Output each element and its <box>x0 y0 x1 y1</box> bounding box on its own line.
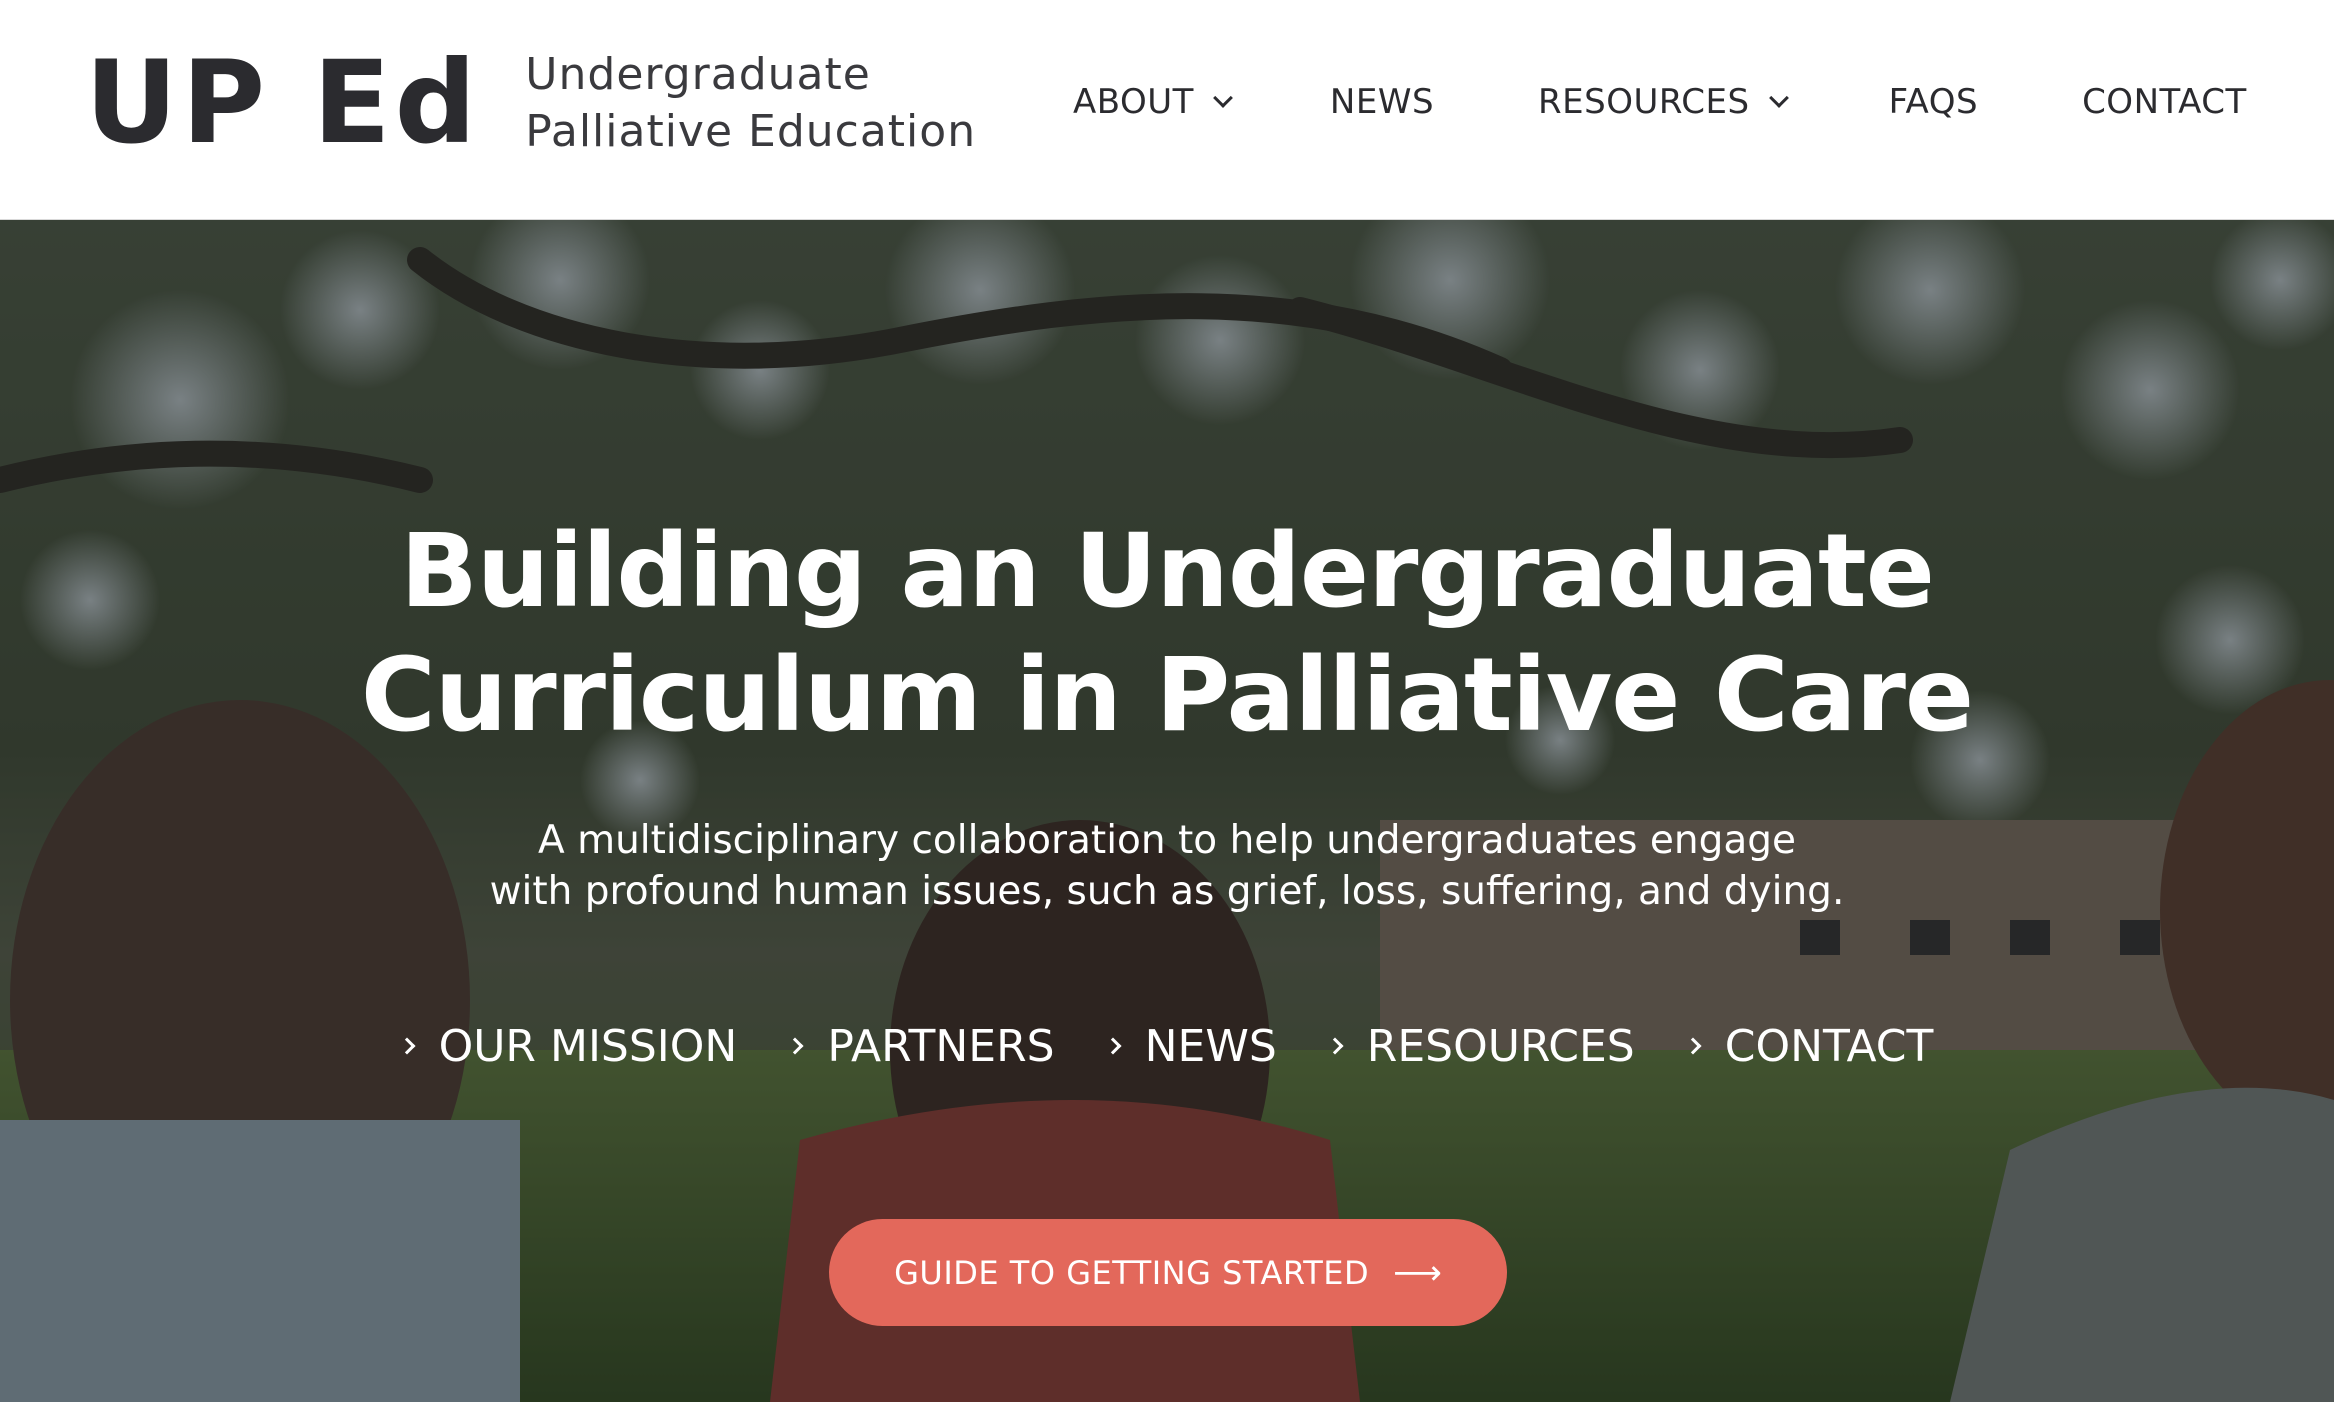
chevron-down-icon <box>1768 88 1789 108</box>
nav-faqs-label: FAQS <box>1888 82 1979 122</box>
getting-started-button[interactable]: GUIDE TO GETTING STARTED ⟶ <box>829 1219 1507 1326</box>
nav-item-faqs[interactable]: FAQS <box>1889 82 1978 122</box>
hero-section: Building an Undergraduate Curriculum in … <box>0 220 2334 1402</box>
site-header: UP Ed Undergraduate Palliative Education… <box>0 0 2334 220</box>
chevron-right-icon <box>786 1037 804 1055</box>
quick-link-news[interactable]: NEWS <box>1104 1020 1277 1072</box>
nav-news-label: NEWS <box>1329 82 1435 122</box>
quick-link-label: OUR MISSION <box>438 1020 738 1072</box>
chevron-down-icon <box>1213 88 1233 108</box>
hero-quick-links: OUR MISSION PARTNERS NEWS RESOURCES CONT… <box>0 1018 2334 1074</box>
quick-link-contact[interactable]: CONTACT <box>1684 1020 1934 1072</box>
quick-link-label: CONTACT <box>1724 1020 1934 1072</box>
nav-resources-label: RESOURCES <box>1538 82 1750 122</box>
chevron-right-icon <box>1684 1037 1702 1055</box>
nav-item-about[interactable]: ABOUT <box>1073 82 1233 122</box>
nav-item-resources[interactable]: RESOURCES <box>1538 82 1789 122</box>
arrow-right-icon: ⟶ <box>1393 1252 1442 1293</box>
nav-item-news[interactable]: NEWS <box>1330 82 1434 122</box>
hero-title: Building an Undergraduate Curriculum in … <box>267 510 2067 758</box>
logo-line-2: Palliative Education <box>525 106 977 157</box>
quick-link-resources[interactable]: RESOURCES <box>1326 1020 1635 1072</box>
quick-link-our-mission[interactable]: OUR MISSION <box>398 1020 738 1072</box>
hero-subtitle: A multidisciplinary collaboration to hel… <box>317 815 2017 917</box>
main-nav: ABOUT NEWS RESOURCES FAQS CONTACT <box>1073 72 2247 132</box>
nav-item-contact[interactable]: CONTACT <box>2082 82 2247 122</box>
site-logo[interactable]: UP Ed Undergraduate Palliative Education <box>85 28 976 178</box>
quick-link-label: NEWS <box>1144 1020 1277 1072</box>
hero-title-line-2: Curriculum in Palliative Care <box>360 636 1974 755</box>
chevron-right-icon <box>398 1037 416 1055</box>
logo-line-1: Undergraduate <box>525 49 871 100</box>
nav-contact-label: CONTACT <box>2082 82 2247 122</box>
logo-text: Undergraduate Palliative Education <box>525 46 976 160</box>
hero-title-line-1: Building an Undergraduate <box>400 512 1935 631</box>
hero-subtitle-line-2: with profound human issues, such as grie… <box>489 869 1845 914</box>
hero-subtitle-line-1: A multidisciplinary collaboration to hel… <box>538 818 1796 863</box>
quick-link-partners[interactable]: PARTNERS <box>786 1020 1055 1072</box>
getting-started-label: GUIDE TO GETTING STARTED <box>894 1253 1370 1292</box>
logo-mark: UP Ed <box>85 36 481 169</box>
chevron-right-icon <box>1326 1037 1344 1055</box>
nav-about-label: ABOUT <box>1073 82 1194 122</box>
chevron-right-icon <box>1104 1037 1122 1055</box>
quick-link-label: PARTNERS <box>827 1020 1055 1072</box>
quick-link-label: RESOURCES <box>1366 1020 1635 1072</box>
